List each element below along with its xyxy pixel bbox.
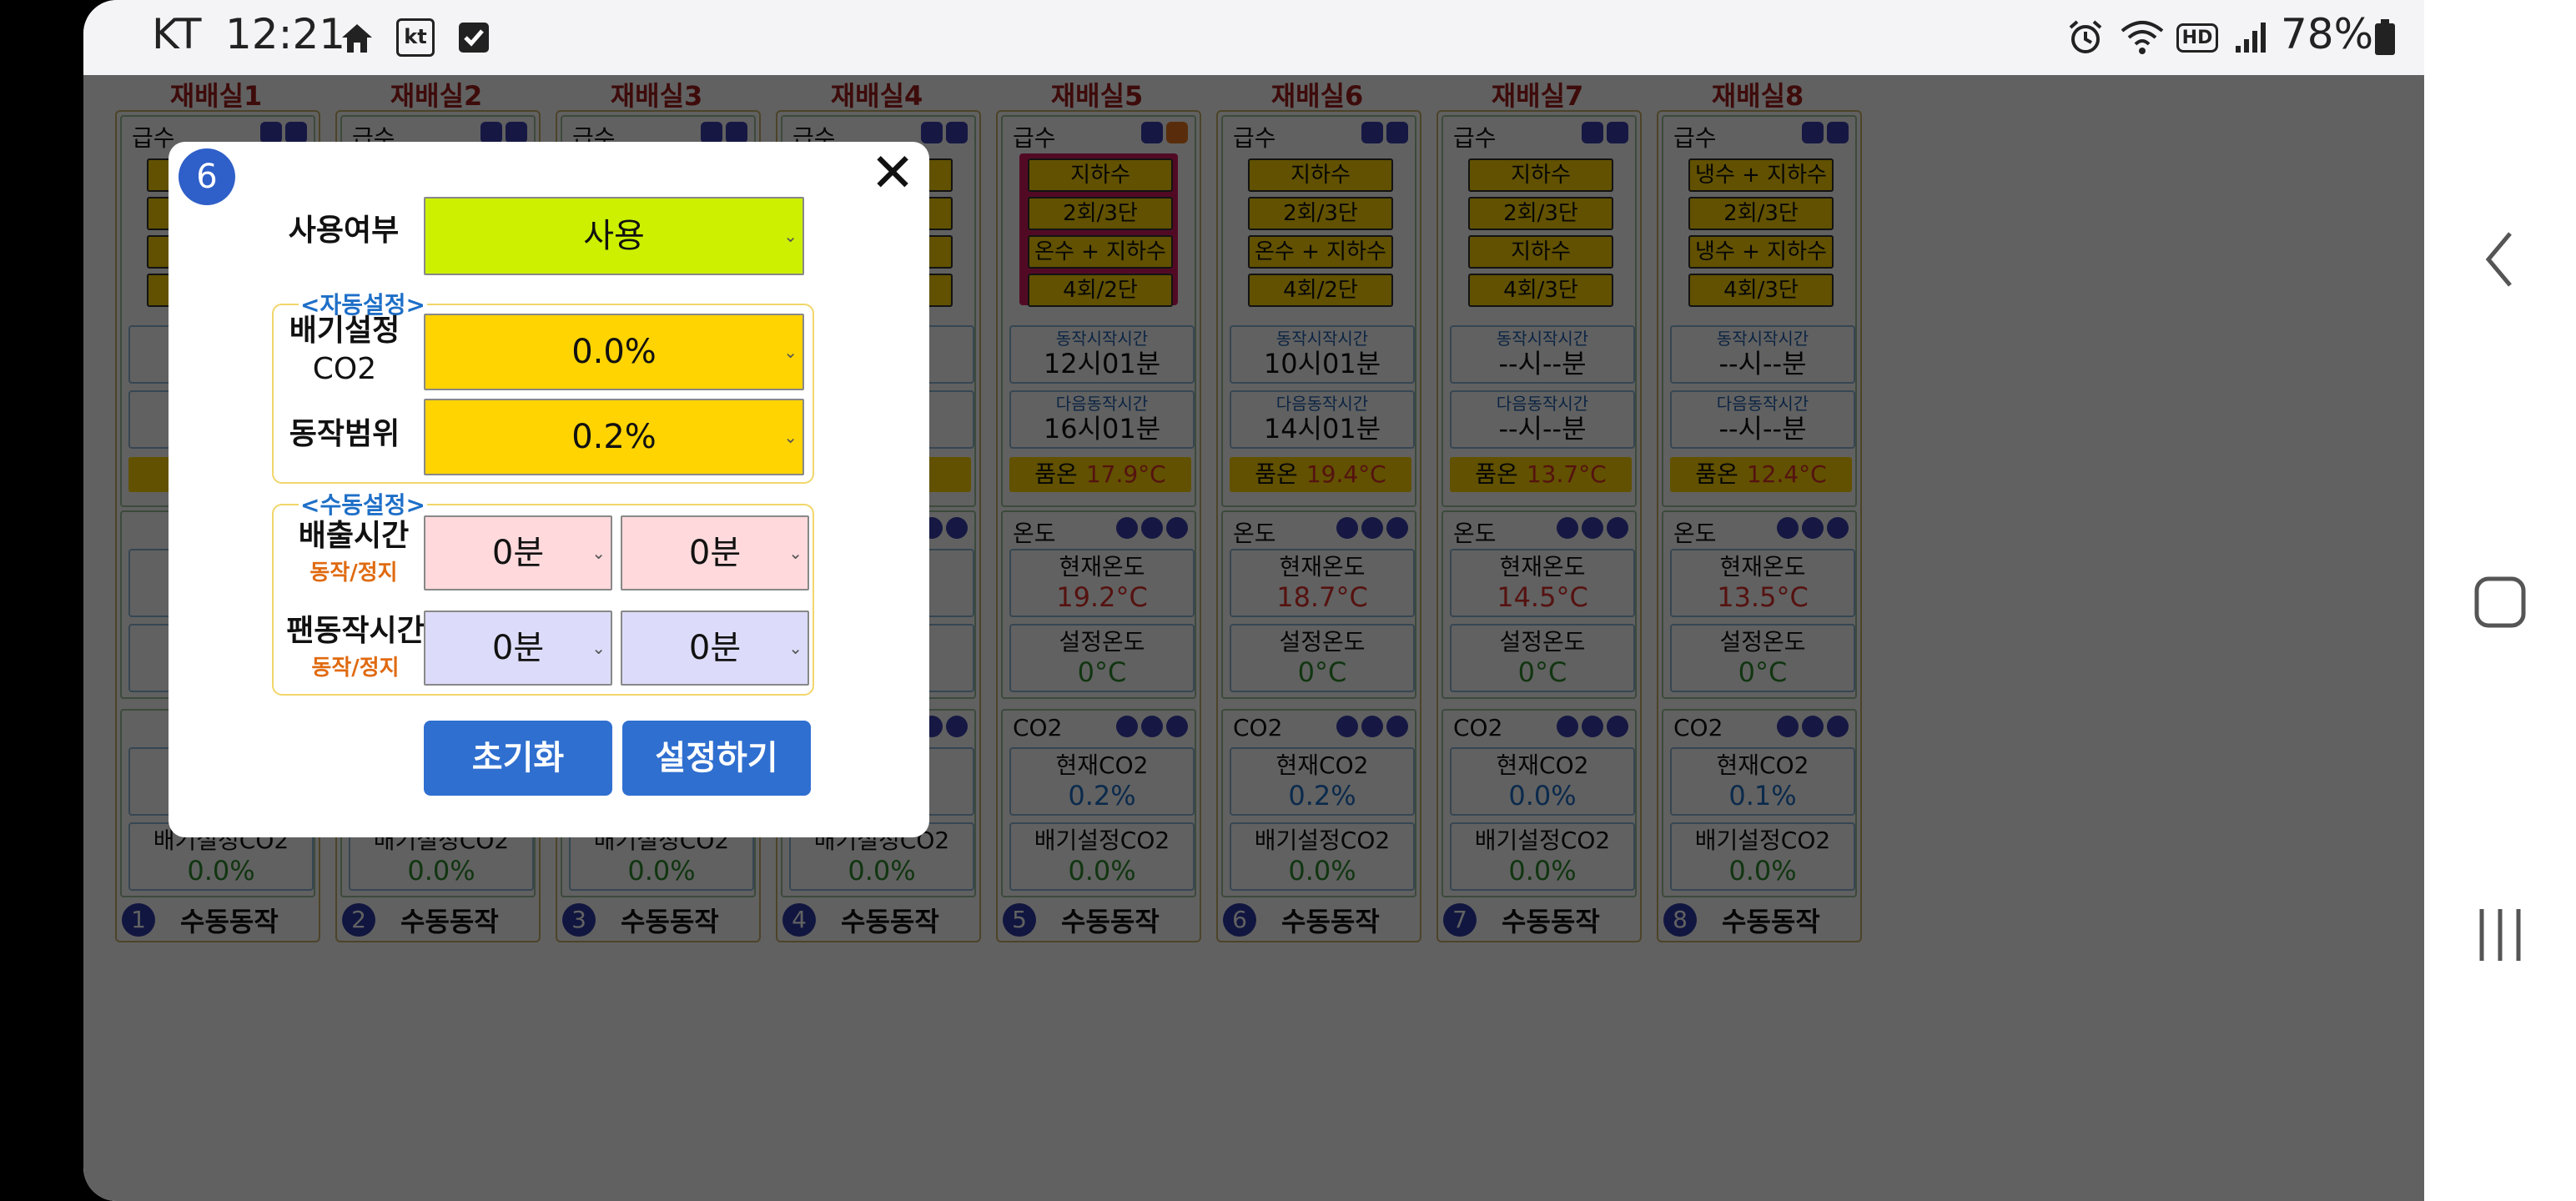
fan-label: 팬동작시간 bbox=[286, 614, 425, 648]
reset-button[interactable]: 초기화 bbox=[424, 721, 612, 796]
wifi-icon bbox=[2119, 17, 2166, 58]
navigation-bar bbox=[2424, 0, 2576, 1201]
discharge-label: 배출시간 bbox=[298, 519, 410, 553]
apply-button[interactable]: 설정하기 bbox=[622, 721, 811, 796]
discharge-off-select[interactable]: 0분 ⌄ bbox=[621, 515, 809, 590]
clock: 12:21 bbox=[225, 10, 346, 58]
chevron-down-icon: ⌄ bbox=[783, 226, 797, 246]
signal-icon bbox=[2232, 17, 2269, 58]
status-bar: KT 12:21 kt HD 78% bbox=[83, 0, 2424, 75]
phone-screen: KT 12:21 kt HD 78% 재배실1급수배기설정CO20.0%1수동동… bbox=[83, 0, 2424, 1201]
use-label: 사용여부 bbox=[288, 214, 400, 248]
carrier-app-icon: kt bbox=[395, 17, 435, 58]
hd-voice-icon: HD bbox=[2176, 17, 2219, 58]
chevron-down-icon: ⌄ bbox=[783, 342, 797, 362]
use-select-value: 사용 bbox=[583, 217, 645, 255]
fan-sublabel: 동작/정지 bbox=[311, 656, 400, 681]
fan-off-value: 0분 bbox=[688, 629, 742, 667]
exhaust-label-line1: 배기설정 bbox=[289, 314, 400, 348]
battery-icon bbox=[2372, 17, 2397, 58]
home-network-icon bbox=[339, 17, 375, 58]
discharge-sublabel: 동작/정지 bbox=[309, 560, 398, 585]
fan-on-value: 0분 bbox=[491, 629, 545, 667]
home-button-icon[interactable] bbox=[2424, 575, 2576, 632]
chevron-down-icon: ⌄ bbox=[788, 638, 802, 658]
recent-apps-icon[interactable] bbox=[2424, 906, 2576, 967]
exhaust-label-line2: CO2 bbox=[312, 352, 377, 386]
checkbox-notification-icon bbox=[454, 17, 494, 58]
discharge-on-value: 0분 bbox=[491, 534, 545, 572]
manual-settings-title: <수동설정> bbox=[299, 487, 427, 520]
range-value: 0.2% bbox=[571, 418, 657, 456]
carrier-label: KT bbox=[152, 10, 202, 58]
co2-settings-modal: 6 ✕ 사용여부 사용 ⌄ <자동설정> 배기설정 CO2 0.0% ⌄ 동작범위 … bbox=[169, 142, 929, 837]
chevron-down-icon: ⌄ bbox=[783, 427, 797, 447]
exhaust-co2-select[interactable]: 0.0% ⌄ bbox=[424, 314, 804, 390]
discharge-on-select[interactable]: 0분 ⌄ bbox=[424, 515, 612, 590]
range-label: 동작범위 bbox=[289, 417, 400, 451]
room-number-badge: 6 bbox=[179, 148, 235, 205]
fan-on-select[interactable]: 0분 ⌄ bbox=[424, 611, 612, 686]
exhaust-label: 배기설정 CO2 bbox=[272, 312, 417, 389]
chevron-down-icon: ⌄ bbox=[591, 638, 606, 658]
range-select[interactable]: 0.2% ⌄ bbox=[424, 399, 804, 475]
battery-percent: 78% bbox=[2281, 10, 2374, 58]
back-icon[interactable] bbox=[2424, 230, 2576, 292]
exhaust-co2-value: 0.0% bbox=[571, 333, 657, 371]
close-icon[interactable]: ✕ bbox=[868, 147, 918, 200]
use-select[interactable]: 사용 ⌄ bbox=[424, 197, 804, 275]
chevron-down-icon: ⌄ bbox=[788, 543, 802, 563]
fan-off-select[interactable]: 0분 ⌄ bbox=[621, 611, 809, 686]
discharge-off-value: 0분 bbox=[688, 534, 742, 572]
alarm-icon bbox=[2065, 17, 2106, 58]
chevron-down-icon: ⌄ bbox=[591, 543, 606, 563]
room-dashboard: 재배실1급수배기설정CO20.0%1수동동작재배실2급수배기설정CO20.0%2… bbox=[83, 75, 2424, 1201]
